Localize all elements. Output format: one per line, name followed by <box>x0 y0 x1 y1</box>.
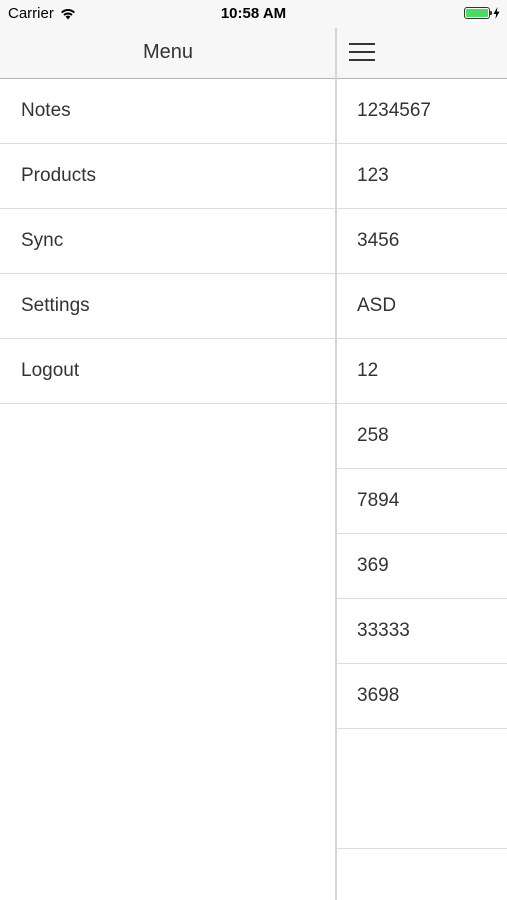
menu-title: Menu <box>142 41 194 63</box>
list-item[interactable]: 3456 <box>337 209 507 274</box>
menu-item-notes[interactable]: Notes <box>0 79 336 144</box>
battery-icon <box>464 7 492 19</box>
app-screen: Carrier 10:58 AM Menu Notes Products Syn… <box>0 0 507 900</box>
hamburger-line <box>349 51 375 53</box>
menu-navbar: Menu <box>0 28 336 79</box>
hamburger-line <box>349 43 375 45</box>
list-item[interactable]: 1234567 <box>337 79 507 144</box>
side-menu-panel: Menu Notes Products Sync Settings Logout <box>0 0 336 900</box>
battery-fill <box>466 9 488 17</box>
menu-item-sync[interactable]: Sync <box>0 209 336 274</box>
hamburger-line <box>349 59 375 61</box>
list-item[interactable]: ASD <box>337 274 507 339</box>
content-panel: 1234567 123 3456 ASD 12 258 7894 369 333… <box>337 0 507 900</box>
status-bar: Carrier 10:58 AM <box>0 0 507 28</box>
status-time: 10:58 AM <box>220 5 287 22</box>
list-item[interactable]: 369 <box>337 534 507 599</box>
hamburger-icon[interactable] <box>349 41 375 63</box>
battery-indicator <box>464 7 500 19</box>
list-item[interactable]: 123 <box>337 144 507 209</box>
list-item[interactable]: 12 <box>337 339 507 404</box>
menu-item-products[interactable]: Products <box>0 144 336 209</box>
list-item[interactable]: 33333 <box>337 599 507 664</box>
menu-item-settings[interactable]: Settings <box>0 274 336 339</box>
list-item[interactable]: 7894 <box>337 469 507 534</box>
menu-item-logout[interactable]: Logout <box>0 339 336 404</box>
empty-row <box>337 729 507 849</box>
list-item[interactable]: 258 <box>337 404 507 469</box>
content-navbar <box>337 28 507 79</box>
content-list: 1234567 123 3456 ASD 12 258 7894 369 333… <box>337 79 507 849</box>
charging-bolt-icon <box>493 7 500 19</box>
list-item[interactable]: 3698 <box>337 664 507 729</box>
battery-tip <box>490 11 492 15</box>
menu-list: Notes Products Sync Settings Logout <box>0 79 336 404</box>
